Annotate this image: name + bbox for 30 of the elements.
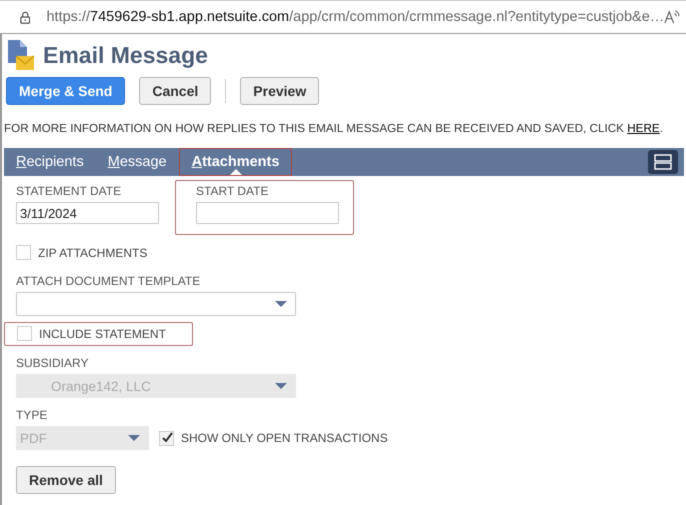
date-field[interactable]: [196, 202, 339, 224]
checkbox[interactable]: [159, 430, 174, 446]
template-dropdown[interactable]: [16, 292, 296, 316]
page-title: Email Message: [43, 42, 208, 68]
field-label: START DATE: [196, 184, 270, 198]
checkbox-label: ZIP ATTACHMENTS: [38, 246, 148, 260]
field-label: STATEMENT DATE: [16, 184, 122, 198]
here-link[interactable]: HERE: [627, 122, 660, 135]
url-text: https://7459629-sb1.app.netsuite.com/app/crm/common/crmmessage.nl?entitytype=custjob&e…: [46, 9, 664, 25]
tab[interactable]: Attachments: [178, 148, 292, 176]
date-field[interactable]: 3/11/2024: [16, 202, 159, 224]
field-label: ATTACH DOCUMENT TEMPLATE: [16, 274, 202, 288]
send-button[interactable]: Merge & Send: [6, 77, 126, 105]
layout-button[interactable]: [648, 150, 678, 174]
checkbox[interactable]: [16, 245, 31, 260]
action-button[interactable]: Cancel: [139, 77, 212, 105]
read-aloud-icon[interactable]: [664, 9, 680, 25]
field-label: TYPE: [16, 408, 48, 422]
email-document-icon: [7, 38, 35, 72]
address-bar[interactable]: https://7459629-sb1.app.netsuite.com/app/crm/common/crmmessage.nl?entitytype=custjob&e…: [0, 0, 686, 34]
tab[interactable]: Message: [96, 148, 179, 176]
checkbox-label: SHOW ONLY OPEN TRANSACTIONS: [181, 431, 388, 445]
checkbox[interactable]: [17, 326, 32, 341]
lock-icon: [20, 10, 30, 24]
remove-all-button[interactable]: Remove all: [16, 466, 116, 494]
tab[interactable]: Recipients: [4, 148, 96, 176]
action-button[interactable]: Preview: [240, 77, 320, 105]
checkbox-label: INCLUDE STATEMENT: [39, 326, 166, 340]
info-text: FOR MORE INFORMATION ON HOW REPLIES TO THIS EMAIL MESSAGE CAN BE RECEIVED AND SAVED, CLICK HERE.: [4, 121, 664, 137]
field-label: SUBSIDIARY: [16, 356, 90, 370]
